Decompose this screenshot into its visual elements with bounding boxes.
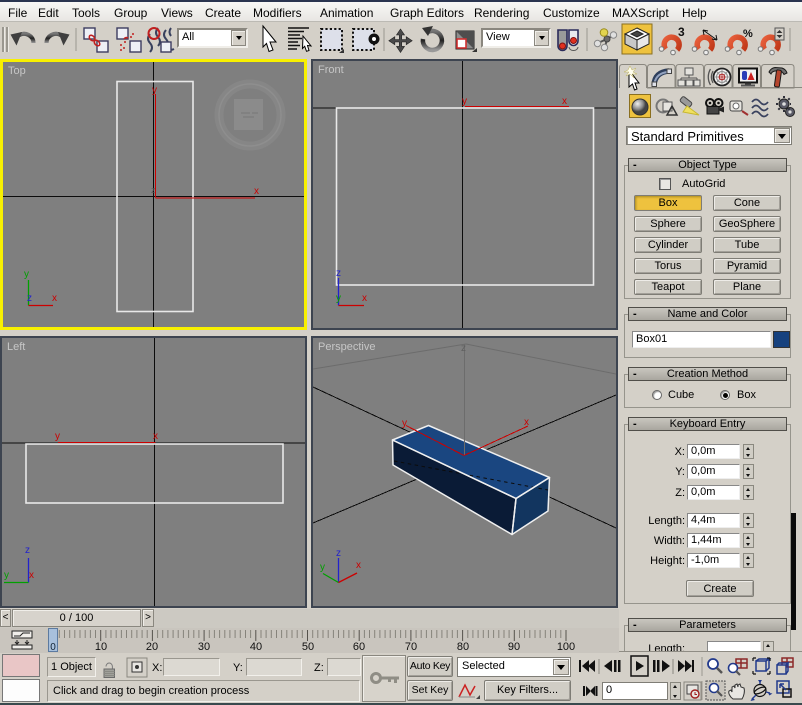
svg-text:z: z bbox=[336, 268, 341, 279]
svg-text:x: x bbox=[362, 293, 367, 304]
svg-text:y: y bbox=[4, 570, 9, 581]
svg-text:y: y bbox=[336, 293, 341, 304]
svg-text:x: x bbox=[254, 186, 259, 197]
svg-text:y: y bbox=[24, 269, 29, 280]
svg-text:50: 50 bbox=[302, 641, 314, 653]
svg-text:y: y bbox=[55, 431, 60, 442]
svg-text:40: 40 bbox=[250, 641, 262, 653]
svg-text:90: 90 bbox=[508, 641, 520, 653]
svg-text:z: z bbox=[151, 185, 156, 195]
svg-text:60: 60 bbox=[353, 641, 365, 653]
svg-text:10: 10 bbox=[95, 641, 107, 653]
svg-text:3: 3 bbox=[678, 25, 685, 39]
svg-text:x: x bbox=[153, 431, 158, 442]
svg-text:y: y bbox=[320, 562, 325, 573]
svg-text:x: x bbox=[29, 570, 34, 581]
svg-text:%: % bbox=[743, 28, 753, 40]
svg-text:100: 100 bbox=[557, 641, 575, 653]
svg-text:20: 20 bbox=[146, 641, 158, 653]
svg-text:80: 80 bbox=[457, 641, 469, 653]
svg-text:z: z bbox=[336, 548, 341, 559]
svg-text:30: 30 bbox=[198, 641, 210, 653]
svg-text:z: z bbox=[27, 293, 32, 304]
svg-text:y: y bbox=[402, 418, 407, 429]
svg-text:x: x bbox=[562, 96, 567, 107]
svg-text:x: x bbox=[52, 293, 57, 304]
svg-text:y: y bbox=[462, 96, 467, 107]
svg-text:70: 70 bbox=[405, 641, 417, 653]
svg-text:y: y bbox=[152, 85, 157, 96]
svg-text:x: x bbox=[524, 417, 529, 428]
svg-text:z: z bbox=[25, 545, 30, 556]
svg-text:z: z bbox=[461, 343, 466, 354]
svg-text:x: x bbox=[356, 560, 361, 571]
